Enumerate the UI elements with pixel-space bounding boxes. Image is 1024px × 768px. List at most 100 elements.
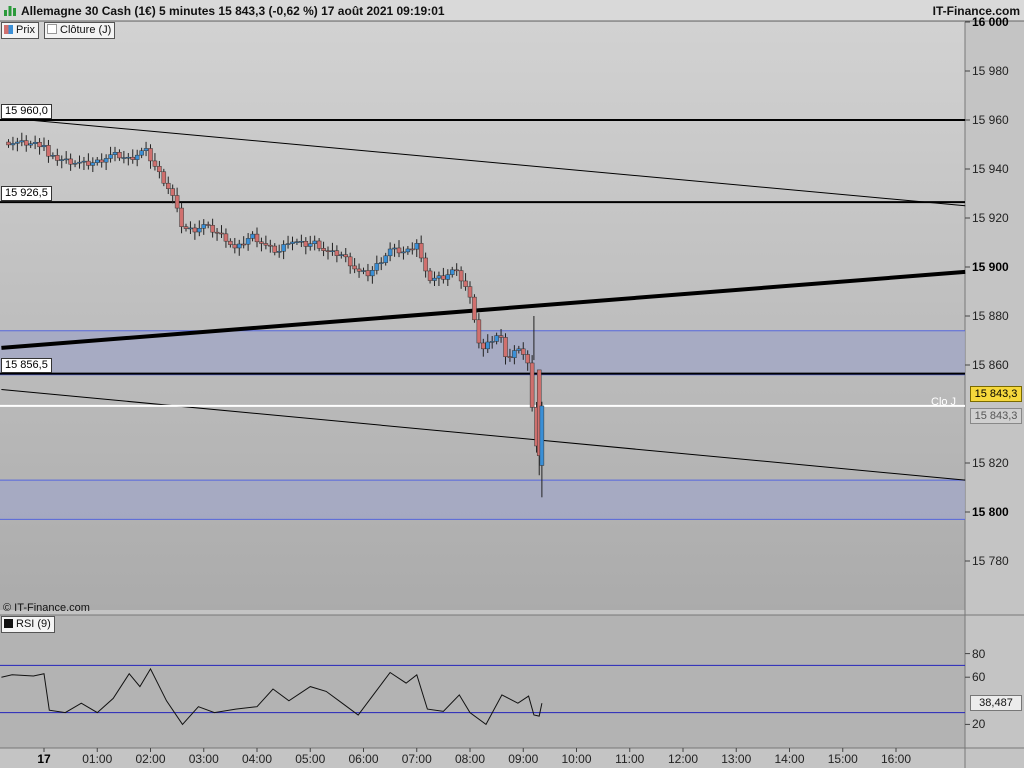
candle [396, 247, 402, 254]
x-tick-label: 17 [37, 752, 51, 766]
app-logo-icon [4, 6, 16, 16]
white-swatch-icon [47, 24, 57, 34]
candle [143, 148, 149, 151]
candle [379, 262, 384, 264]
legend-cloture[interactable]: Clôture (J) [44, 22, 116, 39]
chart-title: Allemagne 30 Cash (1€) 5 minutes 15 843,… [21, 4, 445, 18]
candle [365, 270, 371, 277]
candle [441, 275, 446, 280]
y-tick-label: 15 940 [972, 162, 1009, 176]
candle [290, 241, 295, 244]
candle [276, 251, 282, 253]
candle [374, 263, 380, 271]
candle [529, 362, 535, 408]
rsi-tick-label: 20 [972, 717, 986, 732]
candle [50, 155, 56, 157]
support-zone [0, 480, 965, 520]
x-tick-label: 09:00 [508, 752, 539, 766]
last-price-badge: 15 843,3 [970, 386, 1022, 402]
candle [361, 270, 366, 272]
candle [99, 159, 104, 163]
candle [463, 280, 468, 287]
x-tick-label: 06:00 [348, 752, 379, 766]
candle [15, 141, 20, 144]
candle [356, 268, 362, 272]
candle [59, 159, 64, 161]
x-tick-label: 04:00 [241, 752, 273, 766]
candle [126, 156, 131, 159]
candle [423, 257, 428, 272]
candle [539, 405, 545, 466]
candle [521, 348, 526, 355]
x-tick-label: 01:00 [82, 752, 113, 766]
candle [228, 240, 233, 245]
candle [37, 141, 42, 148]
candle [383, 255, 388, 263]
candle [454, 269, 459, 272]
candle [210, 225, 215, 233]
candle [192, 227, 198, 233]
candle [432, 277, 437, 281]
legend-cloture-label: Clôture (J) [60, 24, 112, 36]
candle [72, 162, 78, 165]
candle [161, 171, 167, 184]
y-tick-label: 15 900 [972, 260, 1009, 274]
candle [414, 243, 419, 250]
candle [312, 240, 317, 244]
candle [174, 195, 180, 209]
candle [481, 342, 486, 350]
candle [476, 319, 482, 344]
candle [343, 254, 348, 258]
x-tick-label: 08:00 [454, 752, 486, 766]
x-tick-label: 07:00 [401, 752, 432, 766]
candle [387, 248, 393, 257]
rsi-tick-label: 80 [972, 646, 986, 661]
candle [418, 243, 424, 259]
candle [241, 243, 246, 246]
legend-prix[interactable]: Prix [1, 22, 39, 39]
candle [77, 161, 82, 164]
candle [285, 243, 291, 245]
candle [63, 158, 69, 161]
candle [268, 244, 273, 247]
candle [507, 356, 513, 358]
candle [512, 350, 517, 358]
x-tick-label: 10:00 [561, 752, 592, 766]
candle [254, 233, 260, 243]
legend-rsi-label: RSI (9) [16, 618, 51, 630]
candle [90, 162, 96, 166]
candle [28, 143, 33, 146]
candle [95, 159, 100, 163]
candle [32, 141, 38, 144]
y-tick-label: 15 820 [972, 456, 1009, 470]
candle [103, 158, 109, 163]
candle [117, 152, 122, 159]
candle [445, 274, 451, 280]
x-tick-label: 14:00 [774, 752, 805, 766]
candle [325, 250, 331, 252]
candle [41, 145, 47, 148]
candle [19, 140, 25, 143]
candle [223, 233, 229, 242]
candle [219, 232, 224, 235]
y-tick-label: 15 920 [972, 211, 1009, 225]
candle [450, 269, 455, 275]
candle [46, 145, 51, 157]
candle [81, 160, 87, 163]
x-tick-label: 03:00 [188, 752, 219, 766]
level-label: 15 926,5 [1, 186, 52, 202]
candle [197, 227, 202, 233]
candle [467, 286, 473, 298]
y-tick-label: 15 780 [972, 554, 1009, 568]
legend-rsi[interactable]: RSI (9) [1, 616, 55, 633]
candle [321, 248, 326, 251]
candle [170, 188, 175, 196]
candle [392, 247, 397, 250]
candle [121, 157, 127, 159]
candle [339, 254, 344, 256]
copyright: © IT-Finance.com [3, 602, 90, 614]
rsi-tick-label: 60 [972, 670, 986, 685]
candle [148, 148, 153, 162]
candle [334, 250, 340, 256]
candle [281, 244, 286, 252]
